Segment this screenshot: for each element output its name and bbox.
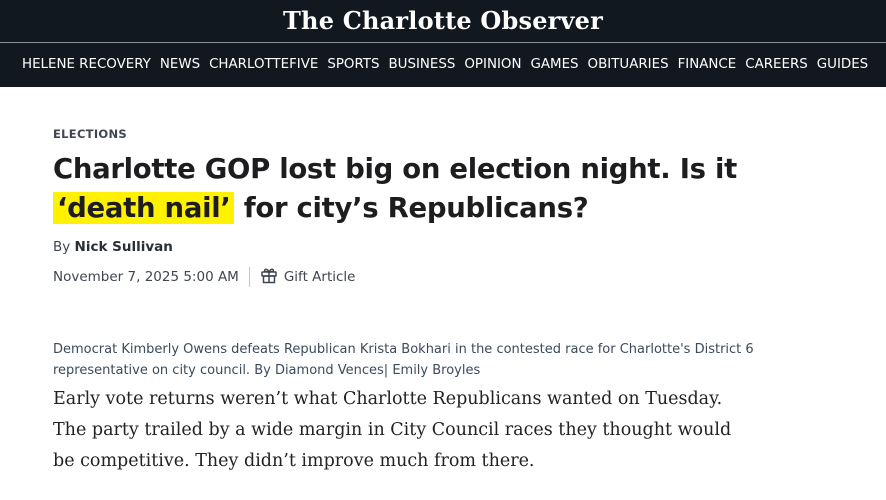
headline-text-start: Charlotte GOP lost big on election night… [53,153,737,185]
nav-item-news[interactable]: NEWS [160,57,200,72]
masthead-divider [0,42,886,43]
byline-prefix: By [53,239,75,255]
nav-item-guides[interactable]: GUIDES [817,57,868,72]
nav-item-careers[interactable]: CAREERS [745,57,808,72]
headline-text-end: for city’s Republicans? [234,192,589,224]
gift-icon [260,266,278,288]
article-body-paragraph: Early vote returns weren’t what Charlott… [53,389,732,471]
nav-item-helene-recovery[interactable]: HELENE RECOVERY [22,57,151,72]
nav-item-charlottefive[interactable]: CHARLOTTEFIVE [209,57,318,72]
headline-highlight: ‘death nail’ [53,192,235,224]
gift-article-label: Gift Article [283,269,356,285]
photo-caption: Democrat Kimberly Owens defeats Republic… [53,342,754,378]
dateline-divider [248,267,250,287]
section-kicker[interactable]: ELECTIONS [53,127,127,141]
author-link[interactable]: Nick Sullivan [75,239,173,255]
masthead: The Charlotte Observer HELENE RECOVERY N… [0,0,886,87]
nav-item-opinion[interactable]: OPINION [464,57,521,72]
main-nav: HELENE RECOVERY NEWS CHARLOTTEFIVE SPORT… [22,57,868,72]
nav-item-business[interactable]: BUSINESS [388,57,455,72]
nav-item-games[interactable]: GAMES [530,57,578,72]
nav-item-obituaries[interactable]: OBITUARIES [588,57,669,72]
nav-item-finance[interactable]: FINANCE [678,57,737,72]
gift-article-button[interactable]: Gift Article [260,266,356,288]
article-headline: Charlotte GOP lost big on election night… [53,150,813,228]
dateline: November 7, 2025 5:00 AM Gift Article [53,266,355,288]
nav-item-sports[interactable]: SPORTS [327,57,379,72]
byline: By Nick Sullivan [53,239,173,255]
site-logo[interactable]: The Charlotte Observer [0,6,886,35]
publish-date: November 7, 2025 5:00 AM [53,269,239,285]
